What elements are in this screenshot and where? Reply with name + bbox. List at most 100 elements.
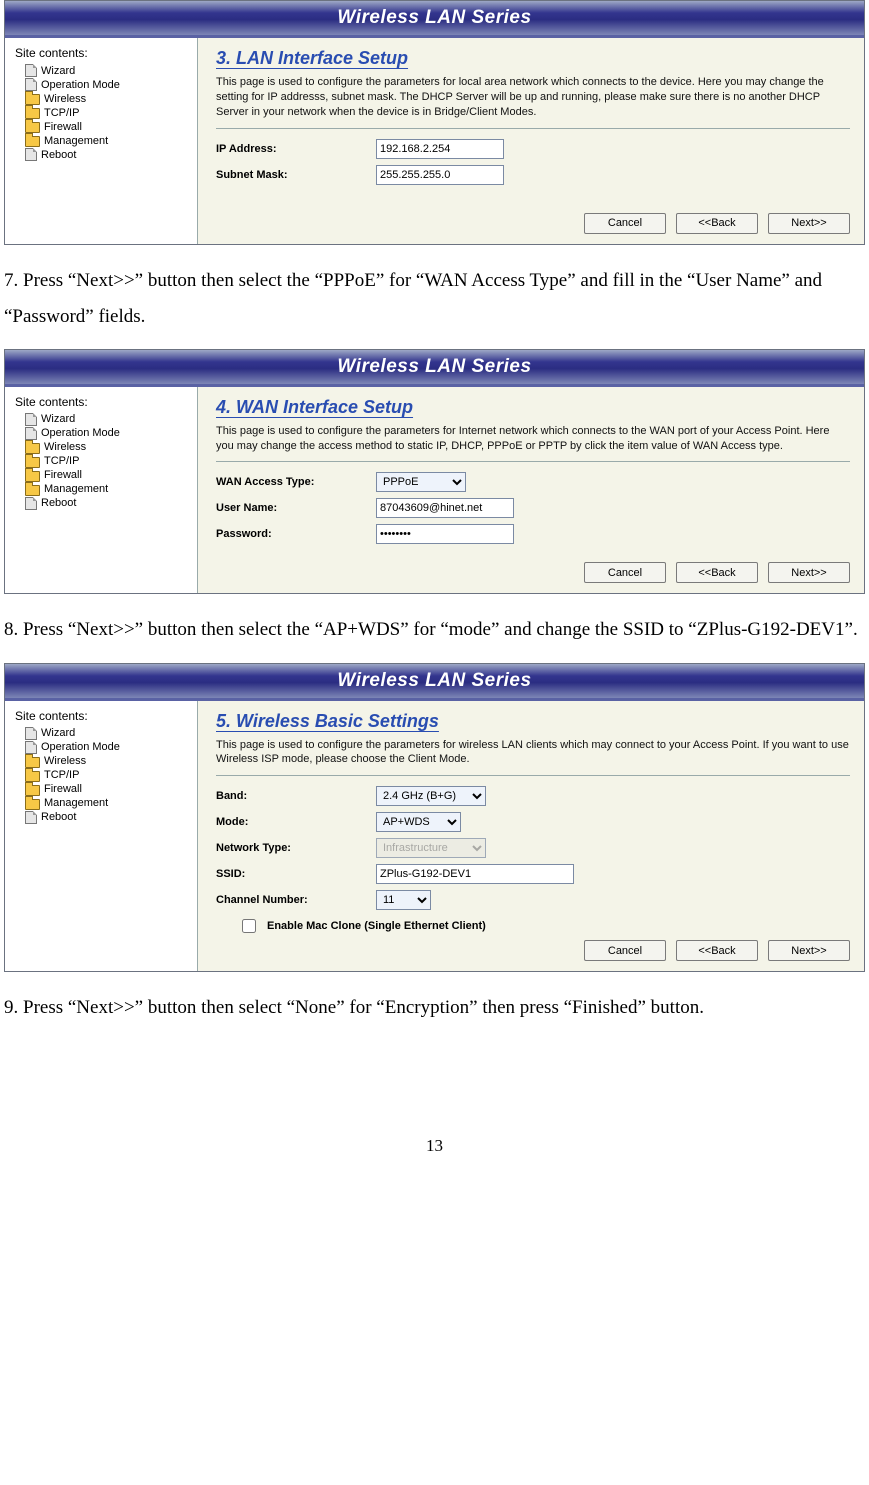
app-header: Wireless LAN Series (5, 1, 864, 38)
nettype-select: Infrastructure (376, 838, 486, 858)
sidebar-item-operation-mode[interactable]: Operation Mode (25, 427, 191, 440)
ssid-input[interactable] (376, 864, 574, 884)
cancel-button[interactable]: Cancel (584, 213, 666, 234)
mac-clone-checkbox[interactable] (242, 919, 256, 933)
sidebar: Site contents: Wizard Operation Mode Wir… (5, 38, 197, 244)
sidebar-item-label: TCP/IP (44, 455, 79, 467)
sidebar-item-label: Reboot (41, 149, 76, 161)
folder-icon (25, 94, 40, 105)
sidebar-item-wireless[interactable]: Wireless (25, 92, 191, 105)
mode-label: Mode: (216, 816, 376, 828)
sidebar-item-firewall[interactable]: Firewall (25, 783, 191, 796)
sidebar-item-firewall[interactable]: Firewall (25, 469, 191, 482)
file-icon (25, 727, 37, 740)
folder-icon (25, 457, 40, 468)
folder-icon (25, 757, 40, 768)
channel-label: Channel Number: (216, 894, 376, 906)
file-icon (25, 427, 37, 440)
nav-tree: Wizard Operation Mode Wireless TCP/IP Fi… (15, 413, 191, 510)
sidebar-item-operation-mode[interactable]: Operation Mode (25, 78, 191, 91)
sidebar-item-label: TCP/IP (44, 107, 79, 119)
username-label: User Name: (216, 502, 376, 514)
instruction-text: 9. Press “Next>>” button then select “No… (4, 997, 704, 1018)
sidebar-item-label: Wireless (44, 755, 86, 767)
instruction-text: 8. Press “Next>>” button then select the… (4, 619, 858, 640)
back-button[interactable]: <<Back (676, 213, 758, 234)
sidebar-item-label: TCP/IP (44, 769, 79, 781)
sidebar: Site contents: Wizard Operation Mode Wir… (5, 387, 197, 594)
sidebar-item-label: Management (44, 797, 108, 809)
instruction-7: 7. Press “Next>>” button then select the… (4, 263, 865, 335)
mask-input[interactable] (376, 165, 504, 185)
sidebar: Site contents: Wizard Operation Mode Wir… (5, 701, 197, 972)
wan-select[interactable]: PPPoE (376, 472, 466, 492)
file-icon (25, 811, 37, 824)
back-button[interactable]: <<Back (676, 562, 758, 583)
mode-select[interactable]: AP+WDS (376, 812, 461, 832)
sidebar-item-wizard[interactable]: Wizard (25, 413, 191, 426)
sidebar-item-tcpip[interactable]: TCP/IP (25, 455, 191, 468)
password-input[interactable] (376, 524, 514, 544)
mac-clone-label: Enable Mac Clone (Single Ethernet Client… (267, 920, 486, 932)
file-icon (25, 741, 37, 754)
wan-label: WAN Access Type: (216, 476, 376, 488)
instruction-text: 7. Press “Next>>” button then select the… (4, 270, 822, 327)
ip-input[interactable] (376, 139, 504, 159)
sidebar-item-label: Firewall (44, 121, 82, 133)
page-heading: 3. LAN Interface Setup (216, 48, 850, 69)
sidebar-item-label: Management (44, 135, 108, 147)
sidebar-item-label: Firewall (44, 783, 82, 795)
channel-select[interactable]: 11 (376, 890, 431, 910)
instruction-8: 8. Press “Next>>” button then select the… (4, 612, 865, 648)
password-label: Password: (216, 528, 376, 540)
sidebar-item-label: Wizard (41, 65, 75, 77)
page-heading: 4. WAN Interface Setup (216, 397, 850, 418)
folder-icon (25, 485, 40, 496)
page-desc: This page is used to configure the param… (216, 738, 850, 777)
sidebar-item-operation-mode[interactable]: Operation Mode (25, 741, 191, 754)
file-icon (25, 497, 37, 510)
band-label: Band: (216, 790, 376, 802)
main-content: 3. LAN Interface Setup This page is used… (197, 38, 864, 244)
folder-icon (25, 799, 40, 810)
page-number: 13 (4, 1136, 865, 1156)
band-select[interactable]: 2.4 GHz (B+G) (376, 786, 486, 806)
file-icon (25, 64, 37, 77)
sidebar-item-wizard[interactable]: Wizard (25, 64, 191, 77)
sidebar-item-label: Operation Mode (41, 741, 120, 753)
sidebar-item-label: Wireless (44, 93, 86, 105)
cancel-button[interactable]: Cancel (584, 940, 666, 961)
sidebar-item-label: Management (44, 483, 108, 495)
next-button[interactable]: Next>> (768, 562, 850, 583)
file-icon (25, 148, 37, 161)
instruction-9: 9. Press “Next>>” button then select “No… (4, 990, 865, 1026)
sidebar-item-firewall[interactable]: Firewall (25, 120, 191, 133)
cancel-button[interactable]: Cancel (584, 562, 666, 583)
next-button[interactable]: Next>> (768, 940, 850, 961)
sidebar-title: Site contents: (15, 709, 191, 723)
folder-icon (25, 471, 40, 482)
sidebar-item-wizard[interactable]: Wizard (25, 727, 191, 740)
sidebar-item-management[interactable]: Management (25, 483, 191, 496)
next-button[interactable]: Next>> (768, 213, 850, 234)
sidebar-item-management[interactable]: Management (25, 134, 191, 147)
back-button[interactable]: <<Back (676, 940, 758, 961)
sidebar-item-tcpip[interactable]: TCP/IP (25, 769, 191, 782)
sidebar-item-label: Wizard (41, 413, 75, 425)
sidebar-item-label: Reboot (41, 811, 76, 823)
page-desc: This page is used to configure the param… (216, 75, 850, 129)
username-input[interactable] (376, 498, 514, 518)
sidebar-item-tcpip[interactable]: TCP/IP (25, 106, 191, 119)
sidebar-item-reboot[interactable]: Reboot (25, 148, 191, 161)
folder-icon (25, 108, 40, 119)
main-content: 4. WAN Interface Setup This page is used… (197, 387, 864, 594)
sidebar-item-management[interactable]: Management (25, 797, 191, 810)
sidebar-item-wireless[interactable]: Wireless (25, 755, 191, 768)
sidebar-item-reboot[interactable]: Reboot (25, 811, 191, 824)
sidebar-item-wireless[interactable]: Wireless (25, 441, 191, 454)
sidebar-title: Site contents: (15, 395, 191, 409)
panel-wireless-basic: Wireless LAN Series Site contents: Wizar… (4, 663, 865, 973)
panel-lan-interface: Wireless LAN Series Site contents: Wizar… (4, 0, 865, 245)
sidebar-item-reboot[interactable]: Reboot (25, 497, 191, 510)
main-content: 5. Wireless Basic Settings This page is … (197, 701, 864, 972)
